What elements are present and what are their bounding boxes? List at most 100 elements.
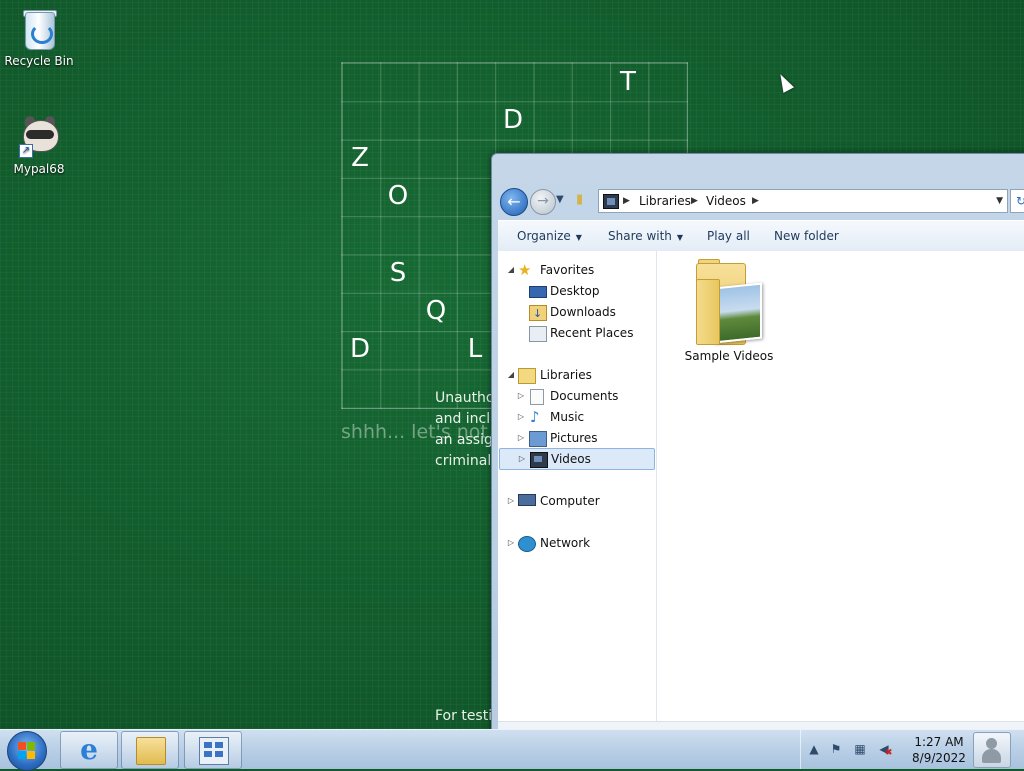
recent-pages-button[interactable]: ▼ bbox=[556, 194, 564, 205]
desktop-icon-label: Mypal68 bbox=[13, 162, 65, 176]
notification-area: ▲ ⚑ ▦ ◀ ✖ 1:27 AM 8/9/2022 bbox=[800, 730, 1024, 769]
up-folder-icon[interactable]: ▮ bbox=[576, 192, 592, 207]
taskbar-windows-explorer[interactable] bbox=[121, 731, 179, 769]
chevron-up-icon: ▲ bbox=[809, 742, 819, 756]
control-panel-icon bbox=[199, 737, 229, 765]
nav-item-documents[interactable]: ▷ Documents bbox=[498, 386, 654, 406]
nav-item-pictures[interactable]: ▷ Pictures bbox=[498, 428, 654, 448]
libraries-icon bbox=[518, 368, 536, 384]
new-folder-button[interactable]: New folder bbox=[774, 221, 839, 251]
taskbar: e ▲ ⚑ ▦ ◀ ✖ 1:27 AM 8/9/2022 bbox=[0, 729, 1024, 771]
explorer-window[interactable]: ← → ▼ ▮ ▶ Libraries ▶ Videos ▶ ▼ ↻ Organ… bbox=[491, 153, 1024, 731]
wallpaper-text-line: For testi bbox=[435, 708, 493, 724]
play-all-button[interactable]: Play all bbox=[707, 221, 750, 251]
nav-label: Network bbox=[540, 536, 591, 550]
expand-arrow-icon[interactable]: ▷ bbox=[517, 449, 527, 469]
breadcrumb-videos[interactable]: Videos bbox=[706, 190, 746, 212]
video-folder-icon bbox=[696, 259, 762, 345]
grid-letter: D bbox=[502, 105, 524, 135]
nav-item-network[interactable]: ▷ Network bbox=[498, 533, 654, 553]
nav-label: Favorites bbox=[540, 263, 595, 277]
nav-item-videos[interactable]: ▷ Videos bbox=[499, 448, 655, 470]
show-hidden-icons-button[interactable]: ▲ bbox=[807, 742, 821, 756]
clock-date: 8/9/2022 bbox=[912, 751, 966, 765]
nav-item-libraries[interactable]: ◢ Libraries bbox=[498, 365, 654, 385]
refresh-button[interactable]: ↻ bbox=[1010, 189, 1024, 213]
grid-letter: Z bbox=[351, 143, 369, 173]
expand-arrow-icon[interactable]: ▷ bbox=[506, 491, 516, 511]
breadcrumb-libraries[interactable]: Libraries bbox=[639, 190, 691, 212]
desktop-icon bbox=[529, 286, 547, 298]
grid-letter: L bbox=[467, 334, 483, 364]
expand-arrow-icon[interactable]: ▷ bbox=[516, 428, 526, 448]
expand-arrow-icon[interactable]: ▷ bbox=[506, 533, 516, 553]
nav-label: Videos bbox=[551, 452, 591, 466]
recent-places-icon bbox=[529, 326, 547, 342]
folder-item-sample-videos[interactable]: Sample Videos bbox=[679, 259, 779, 363]
back-button[interactable]: ← bbox=[500, 188, 528, 216]
pictures-icon bbox=[529, 431, 547, 447]
windows-logo-icon bbox=[18, 742, 36, 760]
arrow-left-icon: ← bbox=[507, 192, 521, 211]
nav-item-recent-places[interactable]: Recent Places bbox=[498, 323, 654, 343]
documents-icon bbox=[530, 389, 544, 405]
file-list[interactable]: Sample Videos bbox=[657, 251, 1024, 721]
breadcrumb-separator-icon[interactable]: ▶ bbox=[623, 190, 630, 212]
grid-letter: Q bbox=[425, 296, 447, 326]
grid-letter: S bbox=[389, 258, 407, 288]
nav-item-computer[interactable]: ▷ Computer bbox=[498, 491, 654, 511]
play-all-label: Play all bbox=[707, 229, 750, 243]
videos-icon bbox=[530, 452, 548, 468]
star-icon: ★ bbox=[518, 261, 532, 279]
organize-label: Organize bbox=[517, 229, 571, 243]
nav-item-music[interactable]: ▷ ♪ Music bbox=[498, 407, 654, 427]
nav-item-favorites[interactable]: ◢ ★ Favorites bbox=[498, 260, 654, 280]
collapse-arrow-icon[interactable]: ◢ bbox=[506, 260, 516, 280]
wallpaper-text-line: and incl bbox=[435, 411, 491, 427]
share-with-button[interactable]: Share with ▼ bbox=[608, 221, 683, 251]
command-bar: Organize ▼ Share with ▼ Play all New folde… bbox=[498, 220, 1024, 252]
arrow-right-icon: → bbox=[537, 193, 549, 209]
expand-arrow-icon[interactable]: ▷ bbox=[516, 407, 526, 427]
grid-letter: D bbox=[349, 334, 371, 364]
organize-button[interactable]: Organize ▼ bbox=[517, 221, 582, 251]
nav-item-downloads[interactable]: Downloads bbox=[498, 302, 654, 324]
downloads-icon bbox=[529, 304, 547, 324]
action-center-flag-icon[interactable]: ⚑ bbox=[829, 742, 843, 756]
grid-letter: O bbox=[387, 181, 409, 211]
desktop-icon-label: Recycle Bin bbox=[4, 54, 74, 68]
volume-muted-icon[interactable]: ◀ ✖ bbox=[877, 742, 892, 758]
nav-label: Music bbox=[550, 410, 585, 424]
navigation-pane[interactable]: ◢ ★ Favorites Desktop Downloads Recent P… bbox=[498, 251, 657, 721]
nav-label: Pictures bbox=[550, 431, 598, 445]
nav-label: Downloads bbox=[550, 305, 616, 319]
computer-icon bbox=[518, 494, 536, 506]
start-button[interactable] bbox=[7, 731, 47, 771]
refresh-icon: ↻ bbox=[1015, 194, 1024, 208]
internet-explorer-icon: e bbox=[80, 733, 98, 766]
caret-down-icon: ▼ bbox=[676, 233, 684, 242]
network-status-icon[interactable]: ▦ bbox=[853, 742, 867, 756]
folder-label: Sample Videos bbox=[684, 349, 774, 363]
breadcrumb-separator-icon[interactable]: ▶ bbox=[752, 190, 759, 212]
expand-arrow-icon[interactable]: ▷ bbox=[516, 386, 526, 406]
address-dropdown-icon[interactable]: ▼ bbox=[996, 190, 1003, 212]
share-with-label: Share with bbox=[608, 229, 672, 243]
recycle-bin-icon bbox=[19, 8, 59, 52]
nav-item-desktop[interactable]: Desktop bbox=[498, 281, 654, 301]
breadcrumb-separator-icon[interactable]: ▶ bbox=[691, 190, 698, 212]
network-icon bbox=[518, 536, 536, 552]
collapse-arrow-icon[interactable]: ◢ bbox=[506, 365, 516, 385]
nav-label: Recent Places bbox=[550, 326, 634, 340]
desktop-icon-mypal68[interactable]: ↗ Mypal68 bbox=[1, 116, 77, 176]
grid-letter: T bbox=[620, 67, 636, 97]
taskbar-control-panel[interactable] bbox=[184, 731, 242, 769]
show-desktop-button[interactable] bbox=[973, 732, 1011, 768]
clock-time: 1:27 AM bbox=[914, 735, 964, 749]
desktop-icon-recycle-bin[interactable]: Recycle Bin bbox=[1, 8, 77, 68]
clock[interactable]: 1:27 AM 8/9/2022 bbox=[907, 734, 971, 766]
taskbar-internet-explorer[interactable]: e bbox=[60, 731, 118, 769]
address-bar[interactable]: ▶ Libraries ▶ Videos ▶ ▼ bbox=[598, 189, 1008, 213]
raccoon-icon: ↗ bbox=[19, 116, 59, 160]
forward-button[interactable]: → bbox=[530, 189, 556, 215]
